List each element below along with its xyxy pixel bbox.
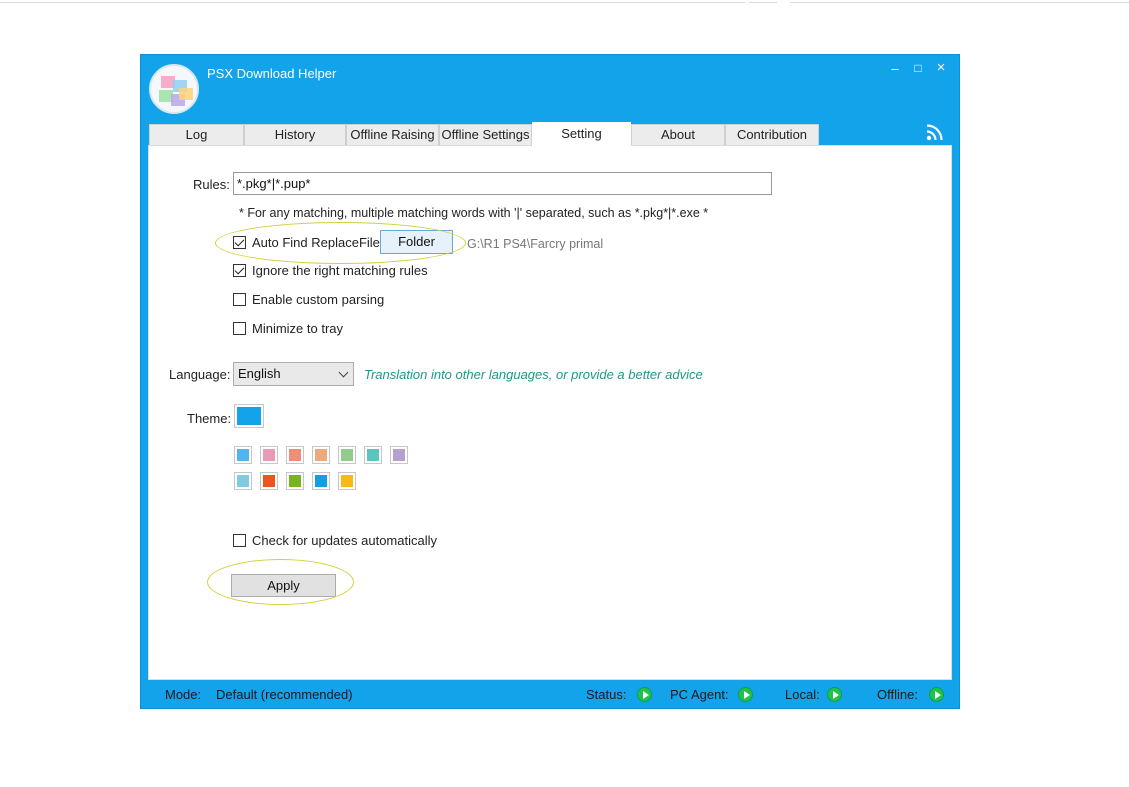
language-value: English [238,366,281,381]
rules-label: Rules: [193,177,230,192]
highlight-circle [215,222,466,264]
theme-swatch[interactable] [338,446,356,464]
theme-label: Theme: [187,411,232,426]
close-button[interactable]: × [933,59,949,76]
app-logo [149,64,199,114]
pc-agent-label: PC Agent: [670,687,729,702]
theme-swatch[interactable] [234,446,252,464]
background-divider [0,0,745,3]
offline-label: Offline: [877,687,918,702]
offline-play-icon[interactable] [929,687,944,702]
tab-offline-raising[interactable]: Offline Raising [346,124,439,145]
settings-panel: Rules: *.pkg*|*.pup* * For any matching,… [148,145,952,680]
language-label: Language: [169,367,231,382]
theme-swatch[interactable] [260,472,278,490]
rss-icon[interactable] [926,123,944,141]
ignore-rules-checkbox[interactable] [233,264,246,277]
tab-log[interactable]: Log [149,124,244,145]
tab-about[interactable]: About [631,124,725,145]
window-title: PSX Download Helper [207,66,337,81]
status-play-icon[interactable] [637,687,652,702]
theme-swatch[interactable] [364,446,382,464]
theme-swatch[interactable] [338,472,356,490]
language-select[interactable]: English [233,362,354,386]
tab-setting[interactable]: Setting [532,122,631,146]
folder-path: G:\R1 PS4\Farcry primal [467,237,604,251]
custom-parsing-label: Enable custom parsing [252,292,385,307]
pc-agent-play-icon[interactable] [738,687,753,702]
check-updates-label: Check for updates automatically [252,533,437,548]
theme-swatch[interactable] [312,472,330,490]
maximize-button[interactable]: □ [910,61,926,75]
mode-label: Mode: [165,687,202,702]
rules-input[interactable]: *.pkg*|*.pup* [233,172,772,195]
tab-offline-settings[interactable]: Offline Settings [439,124,532,145]
background-top-edge [0,0,1129,4]
tab-contribution[interactable]: Contribution [725,124,819,145]
theme-swatch[interactable] [260,446,278,464]
minimize-button[interactable]: – [887,61,903,76]
status-bar: Mode: Default (recommended) Status: PC A… [141,686,959,706]
background-divider [790,0,1129,3]
status-label: Status: [586,687,627,702]
local-label: Local: [785,687,820,702]
mode-value: Default (recommended) [216,687,353,702]
local-play-icon[interactable] [827,687,842,702]
app-window: PSX Download Helper – □ × Log History Of… [140,54,960,709]
tab-history[interactable]: History [244,124,346,145]
theme-swatch[interactable] [286,472,304,490]
chevron-down-icon [338,367,349,378]
translation-link[interactable]: Translation into other languages, or pro… [364,367,703,382]
theme-swatch[interactable] [312,446,330,464]
minimize-tray-label: Minimize to tray [252,321,344,336]
rules-hint: * For any matching, multiple matching wo… [239,206,709,220]
minimize-tray-checkbox[interactable] [233,322,246,335]
theme-swatch[interactable] [234,472,252,490]
background-divider [749,0,777,3]
theme-current-swatch[interactable] [234,404,264,428]
check-updates-checkbox[interactable] [233,534,246,547]
ignore-rules-label: Ignore the right matching rules [252,263,428,278]
custom-parsing-checkbox[interactable] [233,293,246,306]
highlight-circle [207,559,354,605]
theme-swatch[interactable] [286,446,304,464]
theme-swatch[interactable] [390,446,408,464]
